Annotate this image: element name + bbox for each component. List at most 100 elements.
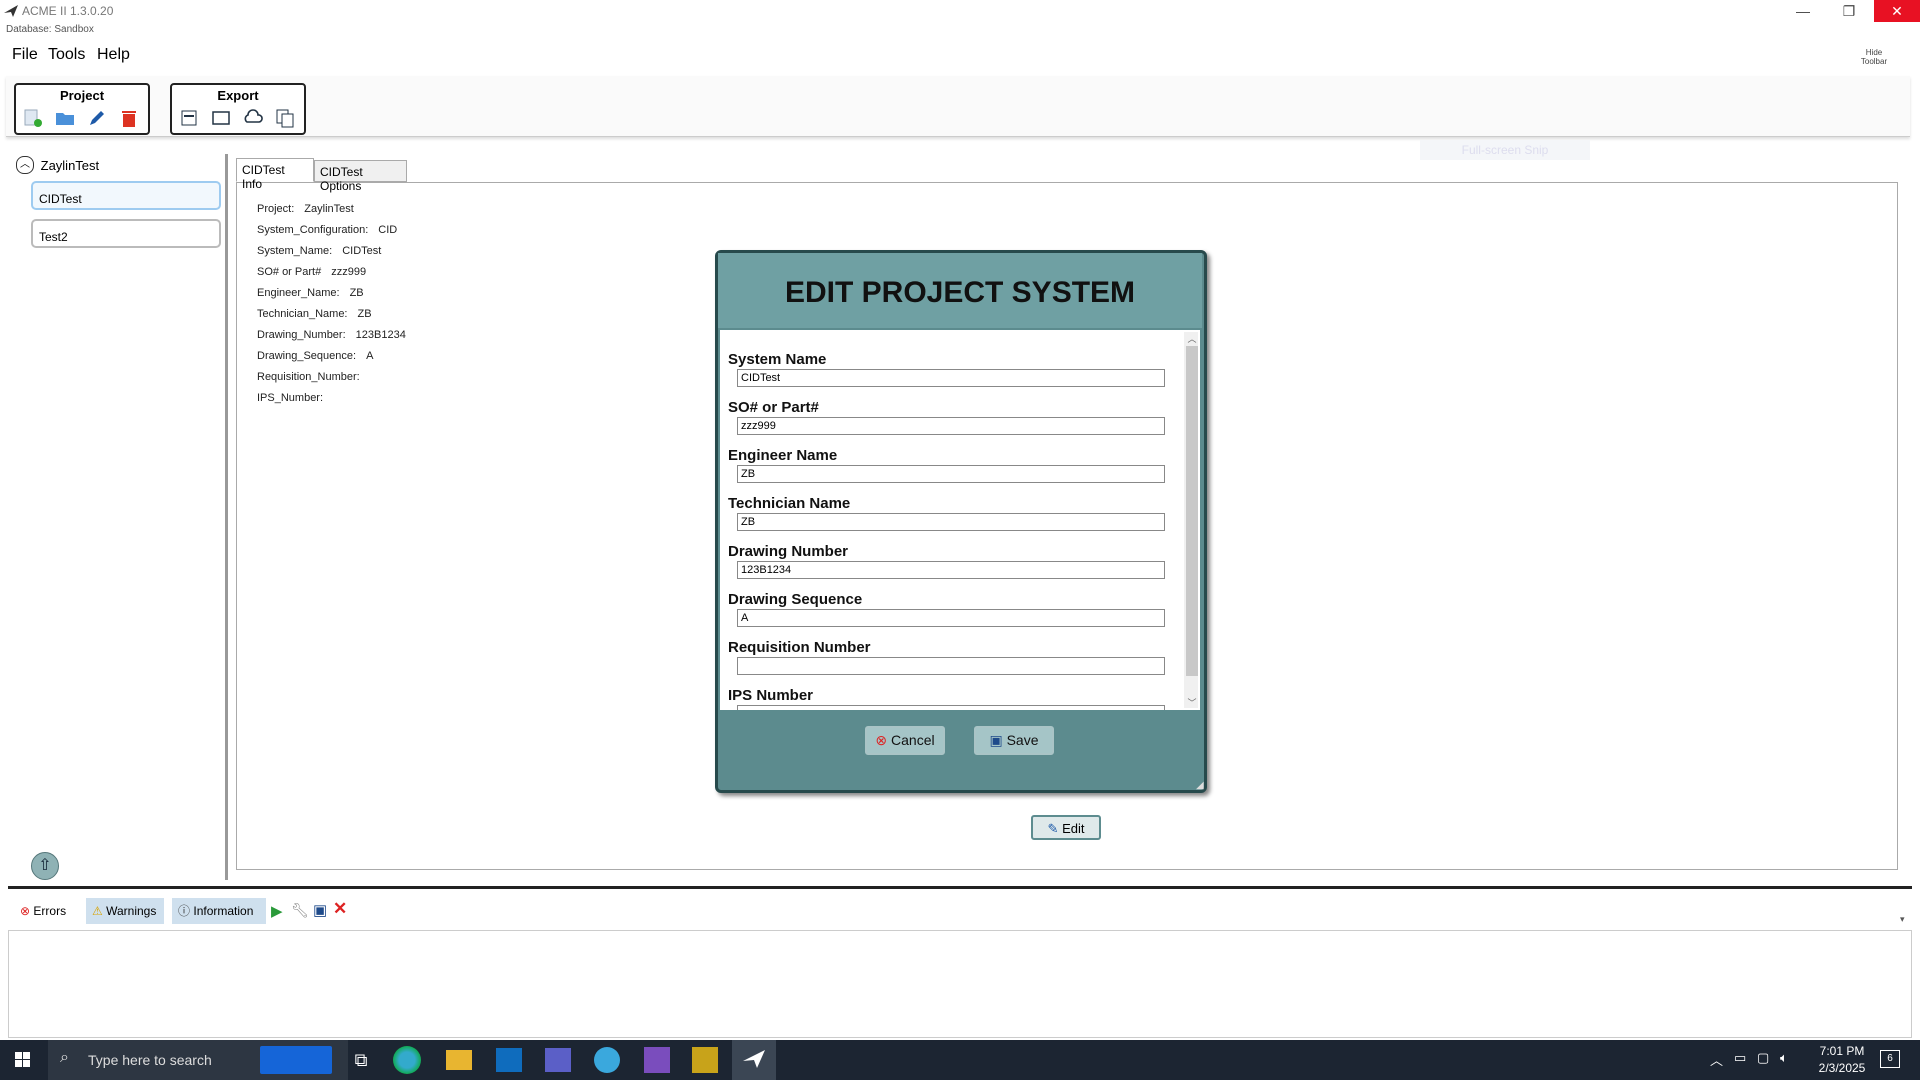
save-button[interactable]: ▣ Save <box>974 726 1054 755</box>
notifications-icon[interactable]: 6 <box>1880 1050 1900 1068</box>
save-label: Save <box>1006 732 1039 748</box>
panel-splitter[interactable] <box>225 154 228 880</box>
network-icon[interactable]: ▢ <box>1757 1050 1769 1066</box>
tray-chevron-icon[interactable]: ︿ <box>1710 1050 1723 1069</box>
info-row: SO# or Part# zzz999 <box>257 266 367 278</box>
requisition-number-field[interactable] <box>737 657 1165 675</box>
task-view-icon[interactable]: ⧉ <box>344 1046 378 1074</box>
search-icon: ⌕ <box>60 1049 69 1066</box>
info-row: System_Name: CIDTest <box>257 245 382 257</box>
tree-item-test2[interactable]: Test2 <box>31 219 221 248</box>
menu-tools[interactable]: Tools <box>48 46 85 64</box>
menu-file[interactable]: File <box>12 46 38 64</box>
engineer-name-field[interactable] <box>737 465 1165 483</box>
info-row: Technician_Name: ZB <box>257 308 372 320</box>
warning-icon: ⚠ <box>92 904 103 918</box>
volume-icon[interactable]: 🔈︎ <box>1780 1050 1788 1066</box>
close-button[interactable]: ✕ <box>1874 0 1920 22</box>
warnings-tab[interactable]: ⚠ Warnings <box>86 898 164 924</box>
system-name-field[interactable] <box>737 369 1165 387</box>
save-log-icon[interactable]: ▣ <box>313 901 327 919</box>
file-explorer-icon[interactable] <box>446 1050 472 1070</box>
menu-help[interactable]: Help <box>97 46 130 64</box>
requisition-number-label: Requisition Number <box>728 639 871 656</box>
scroll-down-icon[interactable]: ﹀ <box>1186 696 1198 709</box>
cancel-icon: ⊗ <box>875 732 888 748</box>
new-project-icon[interactable] <box>22 107 44 129</box>
minimize-button[interactable]: — <box>1780 0 1826 22</box>
clock-date[interactable]: 2/3/2025 <box>1812 1061 1872 1075</box>
visual-studio-icon[interactable] <box>644 1047 670 1073</box>
app-logo-icon <box>4 5 18 17</box>
cancel-label: Cancel <box>891 732 935 748</box>
dialog-title: EDIT PROJECT SYSTEM <box>784 276 1136 309</box>
ips-number-label: IPS Number <box>728 687 814 704</box>
chevron-up-icon[interactable]: ︿ <box>16 156 34 174</box>
tray-device-icon[interactable]: ▭ <box>1734 1050 1746 1066</box>
info-row: Project: ZaylinTest <box>257 203 354 215</box>
engineer-name-label: Engineer Name <box>728 447 838 464</box>
information-tab[interactable]: ⓘ Information <box>172 898 266 924</box>
info-icon: ⓘ <box>178 904 191 918</box>
cloud-upload-icon[interactable] <box>242 107 264 129</box>
outlook-icon[interactable] <box>496 1048 522 1072</box>
code-tool-icon[interactable] <box>692 1047 718 1073</box>
output-log[interactable] <box>8 930 1912 1038</box>
errors-label: Errors <box>33 904 67 918</box>
tree-root[interactable]: ︿ ZaylinTest <box>16 156 99 174</box>
tab-cidtest-options[interactable]: CIDTest Options <box>314 160 407 193</box>
info-row: System_Configuration: CID <box>257 224 398 236</box>
hide-toolbar-button[interactable]: Hide Toolbar <box>1860 48 1888 66</box>
clear-icon[interactable]: ✕ <box>333 899 347 919</box>
drawing-sequence-field[interactable] <box>737 609 1165 627</box>
acme-app-icon <box>743 1050 765 1068</box>
windows-start-icon[interactable] <box>0 1040 46 1080</box>
tree-root-label: ZaylinTest <box>40 157 100 173</box>
clock-time[interactable]: 7:01 PM <box>1812 1044 1872 1058</box>
search-placeholder: Type here to search <box>88 1052 212 1068</box>
edit-button-label: Edit <box>1062 821 1085 836</box>
drawing-sequence-label: Drawing Sequence <box>728 591 863 608</box>
restore-button[interactable]: ❐ <box>1826 0 1872 22</box>
edit-button[interactable]: ✎ Edit <box>1031 815 1101 840</box>
system-name-label: System Name <box>728 351 827 368</box>
run-icon[interactable]: ▶ <box>271 902 283 920</box>
drawing-number-field[interactable] <box>737 561 1165 579</box>
export-window-icon[interactable] <box>210 107 232 129</box>
scroll-up-icon[interactable]: ︿ <box>1186 332 1198 345</box>
export-copy-icon[interactable] <box>274 107 296 129</box>
pencil-icon: ✎ <box>1047 821 1059 836</box>
browser-globe-icon[interactable] <box>594 1047 620 1073</box>
drawing-number-label: Drawing Number <box>728 543 849 560</box>
panel-menu-icon[interactable]: ▾ <box>1900 914 1905 925</box>
export-group-title: Export <box>217 88 259 103</box>
tab-cidtest-info[interactable]: CIDTest Info <box>236 158 314 191</box>
wrench-icon[interactable]: 🔧︎ <box>291 902 309 919</box>
info-row: Drawing_Number: 123B1234 <box>257 329 406 341</box>
cancel-button[interactable]: ⊗ Cancel <box>865 726 945 755</box>
resize-grip-icon[interactable]: ◢ <box>1196 780 1204 791</box>
so-part-label: SO# or Part# <box>728 399 819 416</box>
information-label: Information <box>193 904 254 918</box>
error-icon: ⊗ <box>20 904 31 918</box>
so-part-field[interactable] <box>737 417 1165 435</box>
window-title: ACME II 1.3.0.20 <box>22 4 114 18</box>
ghost-overlay-label: Full-screen Snip <box>1420 140 1590 160</box>
warnings-label: Warnings <box>106 904 157 918</box>
tree-item-cidtest[interactable]: CIDTest <box>31 181 221 210</box>
export-sheet-icon[interactable] <box>178 107 200 129</box>
technician-name-label: Technician Name <box>728 495 851 512</box>
scrollbar-thumb[interactable] <box>1186 346 1198 676</box>
trash-icon[interactable] <box>118 107 140 129</box>
project-group-title: Project <box>59 88 105 103</box>
teams-icon[interactable] <box>545 1048 571 1072</box>
collapse-panel-button[interactable]: ⇧ <box>31 852 59 880</box>
pencil-icon[interactable] <box>86 107 108 129</box>
errors-tab[interactable]: ⊗ Errors <box>14 898 80 924</box>
ips-number-field[interactable] <box>737 705 1165 710</box>
project-group: Project <box>14 83 150 135</box>
edge-icon[interactable] <box>393 1046 421 1074</box>
info-row: IPS_Number: <box>257 392 324 404</box>
technician-name-field[interactable] <box>737 513 1165 531</box>
open-folder-icon[interactable] <box>54 107 76 129</box>
